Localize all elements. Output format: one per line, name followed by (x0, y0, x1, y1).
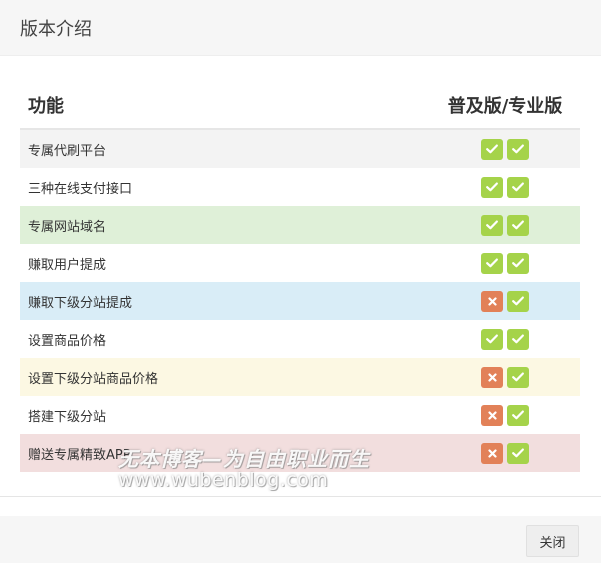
check-icon (507, 442, 529, 464)
feature-label: 设置商品价格 (28, 333, 107, 349)
availability-marks (430, 328, 580, 350)
availability-marks (430, 138, 580, 160)
cross-icon (481, 290, 503, 312)
feature-label: 设置下级分站商品价格 (28, 371, 159, 387)
version-intro-dialog: 版本介绍 功能 普及版/专业版 专属代刷平台三种在线支付接口 专属网站域名 赚取用户… (0, 0, 601, 563)
table-body: 专属代刷平台三种在线支付接口 专属网站域名 赚取用户提成赚取下级分站提成 设置商品价格… (20, 130, 580, 472)
column-header-version: 普及版/专业版 (447, 96, 563, 117)
feature-table: 功能 普及版/专业版 专属代刷平台三种在线支付接口 专属网站域名 赚取用户提成赚取下… (20, 82, 580, 472)
check-icon (507, 290, 529, 312)
dialog-header: 版本介绍 (0, 0, 601, 56)
feature-label: 三种在线支付接口 (28, 181, 133, 197)
check-icon (507, 366, 529, 388)
cross-icon (481, 442, 503, 464)
feature-label: 专属网站域名 (28, 219, 107, 235)
table-row: 专属网站域名 (20, 206, 580, 244)
table-row: 赠送专属精致APP (20, 434, 580, 472)
table-row: 专属代刷平台 (20, 130, 580, 168)
availability-marks (430, 404, 580, 426)
feature-label: 专属代刷平台 (28, 143, 107, 159)
dialog-body: 功能 普及版/专业版 专属代刷平台三种在线支付接口 专属网站域名 赚取用户提成赚取下… (0, 56, 601, 496)
table-row: 搭建下级分站 (20, 396, 580, 434)
availability-marks (430, 176, 580, 198)
check-icon (507, 252, 529, 274)
check-icon (507, 214, 529, 236)
check-icon (481, 214, 503, 236)
column-header-feature: 功能 (28, 96, 64, 117)
check-icon (481, 252, 503, 274)
availability-marks (430, 214, 580, 236)
cross-icon (481, 404, 503, 426)
table-row: 三种在线支付接口 (20, 168, 580, 206)
check-icon (481, 138, 503, 160)
footer-divider (0, 496, 601, 497)
check-icon (507, 176, 529, 198)
check-icon (481, 328, 503, 350)
availability-marks (430, 366, 580, 388)
availability-marks (430, 252, 580, 274)
feature-label: 赚取用户提成 (28, 257, 107, 273)
table-row: 赚取下级分站提成 (20, 282, 580, 320)
check-icon (507, 328, 529, 350)
dialog-footer: 关闭 (0, 516, 601, 563)
dialog-title: 版本介绍 (20, 18, 92, 40)
table-row: 设置商品价格 (20, 320, 580, 358)
close-button[interactable]: 关闭 (526, 525, 579, 557)
check-icon (507, 404, 529, 426)
table-row: 赚取用户提成 (20, 244, 580, 282)
feature-label: 赚取下级分站提成 (28, 295, 133, 311)
table-header: 功能 普及版/专业版 (20, 82, 580, 130)
availability-marks (430, 290, 580, 312)
table-row: 设置下级分站商品价格 (20, 358, 580, 396)
check-icon (481, 176, 503, 198)
availability-marks (430, 442, 580, 464)
cross-icon (481, 366, 503, 388)
check-icon (507, 138, 529, 160)
feature-label: 赠送专属精致APP (28, 447, 131, 463)
feature-label: 搭建下级分站 (28, 409, 107, 425)
